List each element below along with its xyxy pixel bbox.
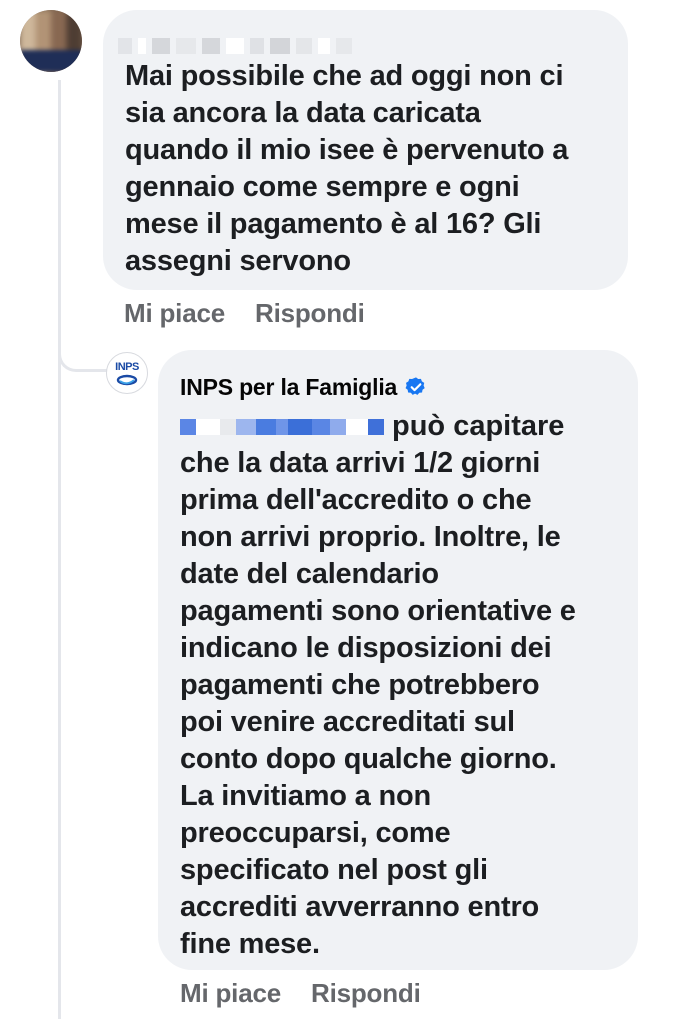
reply-actions: Mi piace Rispondi [180, 978, 421, 1009]
mention-redacted[interactable] [180, 418, 384, 435]
inps-logo-text: INPS [115, 361, 139, 373]
reply-text: che la data arrivi 1/2 giorni prima dell… [180, 447, 576, 960]
inps-logo-swoosh-icon [116, 374, 138, 386]
reply-bubble: INPS per la Famiglia può capitare che la… [158, 350, 638, 970]
reply-reply-button[interactable]: Rispondi [311, 978, 421, 1009]
reply-connector-elbow [58, 318, 108, 372]
comment-actions: Mi piace Rispondi [124, 298, 365, 329]
comment-reply-button[interactable]: Rispondi [255, 298, 365, 329]
verified-badge-icon [405, 377, 425, 395]
reply-author-name[interactable]: INPS per la Famiglia [180, 374, 397, 401]
reply-like-button[interactable]: Mi piace [180, 978, 281, 1009]
inps-avatar[interactable]: INPS [106, 352, 148, 394]
thread-connector-line [58, 80, 61, 1019]
commenter-name-redacted[interactable] [118, 38, 358, 54]
avatar-blurred-shirt [20, 50, 82, 72]
reply-first-line: può capitare [180, 408, 616, 445]
commenter-avatar[interactable] [20, 10, 82, 72]
reply-first-line-tail: può capitare [392, 410, 565, 442]
comment-text: Mai possibile che ad oggi non ci sia anc… [125, 60, 569, 277]
reply-author-row: INPS per la Famiglia [180, 372, 616, 402]
comment-like-button[interactable]: Mi piace [124, 298, 225, 329]
